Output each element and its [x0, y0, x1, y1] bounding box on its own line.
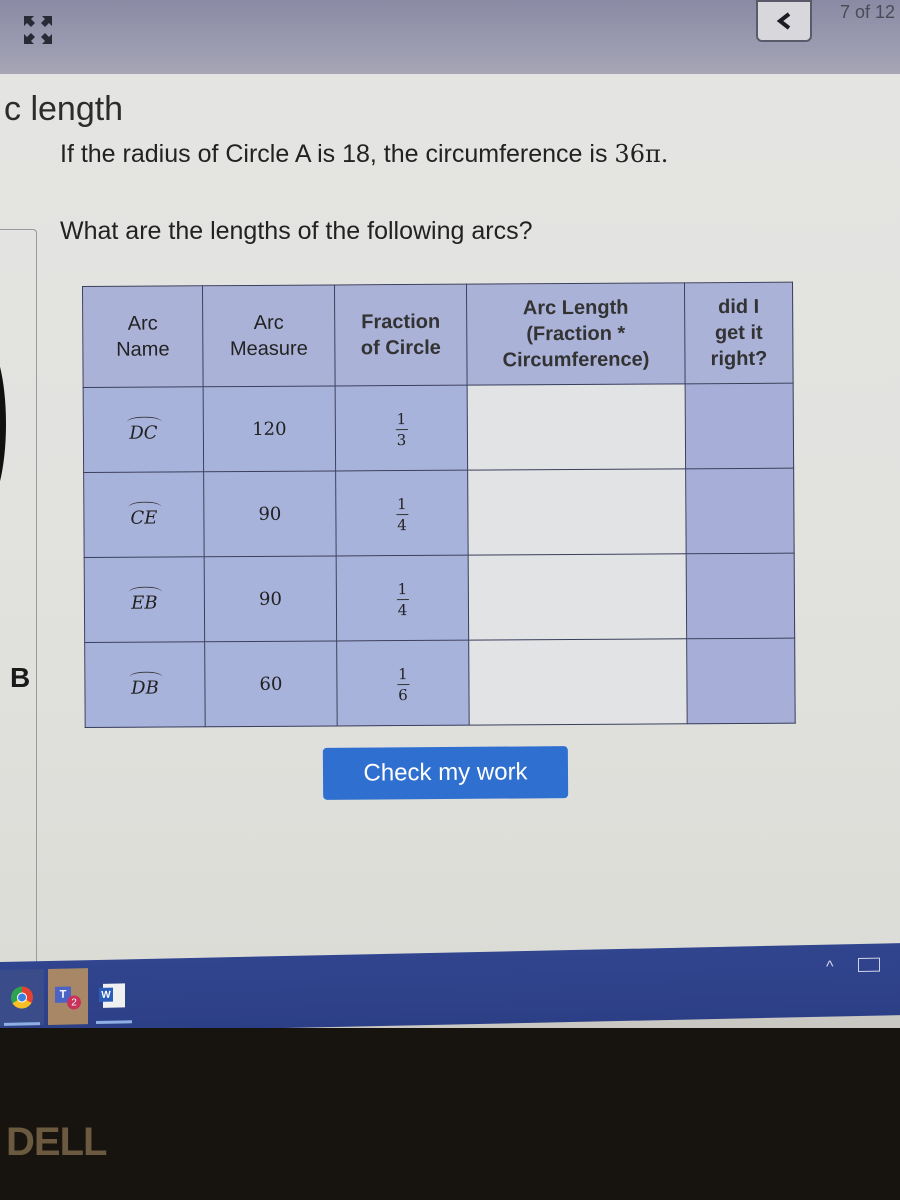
table-header-row: Arc Name Arc Measure Fraction of Circle …: [82, 282, 794, 388]
header-label: Arc Length (Fraction * Circumference): [502, 296, 650, 372]
chevron-left-icon: [776, 12, 791, 30]
question-text: If the radius of Circle A is 18, the cir…: [60, 140, 615, 168]
result-cell: [686, 553, 795, 639]
arc-measure-cell: 90: [203, 470, 337, 557]
header-label: did I get it right?: [710, 295, 768, 371]
arc-length-input[interactable]: [468, 638, 688, 726]
fraction-denominator: 4: [397, 516, 407, 535]
dell-logo: DELL: [6, 1120, 107, 1164]
arc-length-input[interactable]: [467, 383, 686, 471]
notification-badge: 2: [67, 995, 81, 1010]
question-arcs: What are the lengths of the following ar…: [60, 217, 533, 245]
header-arc-name: Arc Name: [82, 285, 204, 388]
fraction-bar: [395, 429, 408, 431]
arc-name-cell: DB: [84, 641, 206, 728]
question-circumference: If the radius of Circle A is 18, the cir…: [60, 140, 668, 169]
taskbar-chrome[interactable]: [0, 969, 44, 1026]
fraction-denominator: 3: [396, 431, 407, 450]
arc-measure-cell: 60: [204, 640, 338, 727]
fraction: 16: [396, 665, 409, 705]
active-indicator: [96, 1020, 132, 1024]
fraction-denominator: 4: [397, 601, 408, 620]
header-arc-measure: Arc Measure: [202, 284, 336, 387]
header-fraction: Fraction of Circle: [334, 284, 468, 386]
teams-icon: T 2: [55, 983, 81, 1010]
header-label: Fraction of Circle: [360, 310, 441, 360]
fraction-bar: [396, 684, 409, 686]
table-row: EB 90 14: [84, 553, 795, 643]
fraction-cell: 14: [335, 470, 469, 556]
circumference-value: 36π.: [614, 140, 669, 168]
header-label: Arc Name: [116, 312, 170, 361]
fraction: 14: [395, 495, 408, 535]
arc-length-table: Arc Name Arc Measure Fraction of Circle …: [82, 282, 796, 728]
fraction-cell: 14: [336, 555, 469, 641]
arc-name-cell: EB: [84, 556, 205, 643]
header-arc-length: Arc Length (Fraction * Circumference): [466, 282, 686, 386]
fraction-cell: 16: [336, 640, 470, 726]
header-label: Arc Measure: [229, 311, 308, 361]
fraction-cell: 13: [335, 385, 468, 471]
fraction-bar: [395, 514, 408, 516]
arc-measure-cell: 120: [203, 385, 336, 472]
taskbar-word[interactable]: W: [92, 967, 136, 1024]
arc-length-input[interactable]: [468, 553, 687, 641]
fraction-numerator: 1: [398, 665, 408, 684]
fraction-bar: [396, 599, 409, 601]
page-counter: 7 of 12: [840, 2, 896, 22]
chrome-icon: [11, 986, 33, 1009]
diagram-point-label: B: [10, 662, 31, 693]
page-title: c length: [4, 90, 124, 128]
fraction-numerator: 1: [397, 580, 408, 599]
header-result: did I get it right?: [684, 282, 794, 384]
fraction-numerator: 1: [396, 410, 407, 429]
fraction-denominator: 6: [398, 686, 408, 705]
check-my-work-button[interactable]: Check my work: [322, 746, 569, 800]
fraction: 13: [395, 410, 408, 450]
previous-page-button[interactable]: [756, 0, 812, 42]
table-row: DB 60 16: [84, 638, 796, 728]
arc-name-cell: CE: [83, 471, 205, 558]
assignment-page: c length If the radius of Circle A is 18…: [0, 74, 900, 965]
arc-name-cell: DC: [83, 386, 204, 473]
active-indicator: [4, 1022, 40, 1026]
chevron-up-icon[interactable]: ^: [826, 959, 834, 977]
arc-name: DB: [131, 671, 159, 698]
side-panel: [0, 229, 37, 965]
battery-icon[interactable]: [858, 957, 880, 973]
arc-name: EB: [131, 586, 158, 613]
table-row: DC 120 13: [83, 383, 794, 473]
expand-arrows-icon[interactable]: [22, 14, 54, 46]
fraction: 14: [396, 580, 409, 620]
result-cell: [686, 638, 796, 724]
top-bar: 7 of 12: [0, 0, 900, 74]
arc-length-input[interactable]: [467, 468, 687, 556]
monitor-bezel: [0, 1028, 900, 1200]
arc-measure-cell: 90: [204, 555, 337, 642]
taskbar-teams[interactable]: T 2: [48, 968, 88, 1025]
word-icon: W: [99, 983, 125, 1008]
table-row: CE 90 14: [83, 468, 795, 558]
word-letter: W: [99, 987, 113, 1002]
arc-name: CE: [130, 501, 157, 528]
fraction-numerator: 1: [397, 495, 407, 514]
arc-name: DC: [129, 416, 157, 443]
result-cell: [685, 383, 794, 469]
result-cell: [685, 468, 795, 554]
